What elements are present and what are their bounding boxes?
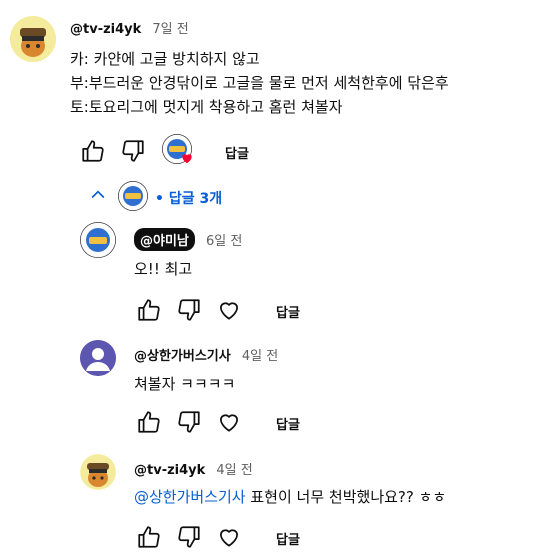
reply-text: 표현이 너무 천박했나요?? ㅎㅎ bbox=[245, 488, 447, 506]
reply-author-creator[interactable]: @야미남 bbox=[134, 228, 195, 251]
mention-link[interactable]: @상한가버스기사 bbox=[134, 488, 246, 506]
reply-body: @상한가버스기사 표현이 너무 천박했나요?? ㅎㅎ bbox=[134, 485, 446, 509]
reply-header: @야미남 6일 전 bbox=[134, 228, 242, 251]
comment-header: @tv-zi4yk 7일 전 bbox=[70, 18, 189, 37]
comment-author[interactable]: @tv-zi4yk bbox=[70, 22, 141, 37]
reply-button[interactable]: 답글 bbox=[276, 302, 300, 321]
like-button[interactable] bbox=[136, 297, 162, 323]
avatar[interactable] bbox=[80, 340, 116, 376]
dislike-button[interactable] bbox=[176, 297, 202, 323]
dislike-button[interactable] bbox=[176, 524, 202, 550]
heart-outline-icon bbox=[220, 529, 238, 547]
reply-avatar-image bbox=[80, 222, 116, 258]
like-icon bbox=[138, 526, 160, 548]
comment-line: 카: 카얀에 고글 방치하지 않고 bbox=[70, 50, 260, 68]
reply-body: 쳐볼자 ㅋㅋㅋㅋ bbox=[134, 375, 236, 393]
reply-header: @상한가버스기사 4일 전 bbox=[134, 345, 278, 364]
comment-body: 카: 카얀에 고글 방치하지 않고 부:부드러운 안경닦이로 고글을 물로 먼저… bbox=[70, 47, 449, 119]
reply-author[interactable]: @tv-zi4yk bbox=[134, 463, 205, 478]
dislike-button[interactable] bbox=[120, 138, 146, 164]
like-icon bbox=[138, 299, 160, 321]
like-button[interactable] bbox=[80, 138, 106, 164]
reply-time[interactable]: 6일 전 bbox=[206, 234, 242, 249]
heart-badge bbox=[180, 150, 194, 164]
replies-count-label: 답글 3개 bbox=[168, 191, 223, 207]
like-button[interactable] bbox=[136, 524, 162, 550]
reply-time[interactable]: 4일 전 bbox=[216, 463, 252, 478]
heart-button[interactable] bbox=[216, 297, 242, 323]
collapse-replies-button[interactable] bbox=[88, 185, 108, 205]
comment-line: 부:부드러운 안경닦이로 고글을 물로 먼저 세척한후에 닦은후 bbox=[70, 74, 449, 92]
reply-button[interactable]: 답글 bbox=[225, 143, 249, 162]
reply-button[interactable]: 답글 bbox=[276, 529, 300, 548]
replies-bullet: • bbox=[155, 191, 164, 207]
like-icon bbox=[138, 411, 160, 433]
heart-outline-icon bbox=[220, 302, 238, 320]
avatar[interactable] bbox=[80, 222, 116, 258]
like-button[interactable] bbox=[136, 409, 162, 435]
avatar[interactable] bbox=[80, 454, 116, 490]
avatar-character-image bbox=[80, 454, 116, 490]
replies-toggle-avatar bbox=[118, 181, 148, 211]
heart-button[interactable] bbox=[216, 409, 242, 435]
dislike-icon bbox=[178, 299, 200, 321]
replies-toggle[interactable]: • 답글 3개 bbox=[155, 188, 222, 208]
dislike-icon bbox=[178, 526, 200, 548]
heart-icon bbox=[182, 154, 192, 164]
avatar-character-image bbox=[10, 16, 56, 62]
reply-body: 오!! 최고 bbox=[134, 260, 193, 278]
reply-button[interactable]: 답글 bbox=[276, 414, 300, 433]
reply-time[interactable]: 4일 전 bbox=[242, 349, 278, 364]
like-icon bbox=[82, 140, 104, 162]
creator-avatar-image bbox=[118, 181, 148, 211]
default-avatar-icon bbox=[80, 340, 116, 376]
dislike-icon bbox=[178, 411, 200, 433]
dislike-button[interactable] bbox=[176, 409, 202, 435]
dislike-icon bbox=[122, 140, 144, 162]
chevron-up-icon bbox=[91, 190, 105, 199]
comment-line: 토:토요리그에 멋지게 착용하고 홈런 쳐볼자 bbox=[70, 98, 343, 116]
reply-author[interactable]: @상한가버스기사 bbox=[134, 349, 231, 364]
reply-header: @tv-zi4yk 4일 전 bbox=[134, 459, 253, 478]
avatar[interactable] bbox=[10, 16, 56, 62]
comment-time[interactable]: 7일 전 bbox=[152, 22, 188, 37]
heart-outline-icon bbox=[220, 414, 238, 432]
heart-button[interactable] bbox=[216, 524, 242, 550]
